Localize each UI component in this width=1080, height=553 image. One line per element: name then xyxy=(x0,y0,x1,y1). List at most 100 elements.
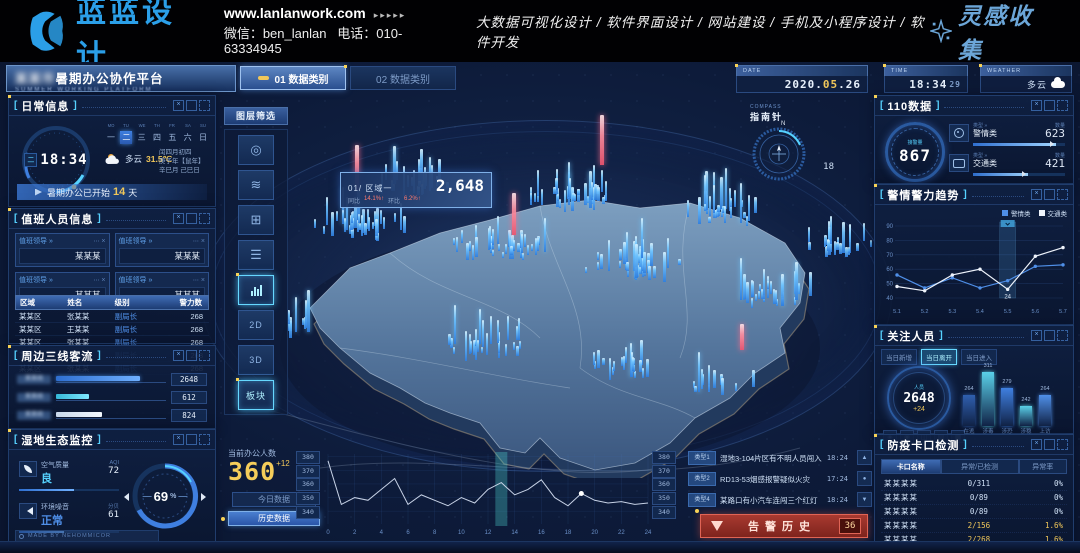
window-icon[interactable] xyxy=(186,100,197,111)
col-abnormal-checked[interactable]: 异常/已检测 xyxy=(941,459,1019,474)
expand-icon[interactable] xyxy=(1057,330,1068,341)
close-icon[interactable]: × xyxy=(173,350,184,361)
window-icon[interactable] xyxy=(1044,330,1055,341)
city-map[interactable] xyxy=(240,148,860,478)
more-dots-icon: ⋯ xyxy=(193,238,199,245)
scroll-up-button[interactable]: ▲ xyxy=(857,450,872,465)
3d-button[interactable]: 3D xyxy=(238,345,274,375)
close-icon[interactable]: × xyxy=(101,277,105,284)
window-icon[interactable] xyxy=(186,434,197,445)
alert-time: 18:24 xyxy=(827,454,848,462)
flow-line-label: 某某线 xyxy=(17,375,51,384)
count-value: 623 xyxy=(1045,127,1065,140)
scroll-dot[interactable]: ● xyxy=(857,471,872,486)
svg-text:5.1: 5.1 xyxy=(893,309,901,315)
cloud-icon xyxy=(1051,81,1065,88)
flow-bar xyxy=(56,394,89,399)
close-icon[interactable]: × xyxy=(201,277,205,284)
weather-plate: WEATHER 多云 xyxy=(980,65,1072,91)
checkpoint-row: 某某某某2/1561.6% xyxy=(881,519,1067,533)
lunar-calendar: 闰四月初四庚子年【鼠年】辛巳月 己巳日 xyxy=(159,148,217,175)
col-header[interactable]: 警力数 xyxy=(162,297,208,308)
chevron-right-icon: » xyxy=(149,238,153,245)
alert-row[interactable]: 类型1湿地3-104片区有不明人员闯入18:24 xyxy=(688,450,848,466)
camera-layer-button[interactable]: ◎ xyxy=(238,135,274,165)
close-icon[interactable]: × xyxy=(201,238,205,245)
col-abnormal-rate[interactable]: 异常率 xyxy=(1019,459,1067,474)
checkpoint-name: 某某某某 xyxy=(881,492,941,503)
focus-tab[interactable]: 当日新增 xyxy=(881,349,917,365)
close-icon[interactable]: × xyxy=(173,434,184,445)
cell: 王某某 xyxy=(67,324,115,335)
expand-icon[interactable] xyxy=(1057,100,1068,111)
date-year: 2020. xyxy=(785,78,823,91)
tab-chip-icon xyxy=(258,76,269,80)
compass-widget[interactable]: COMPASS 指南针 N 18 xyxy=(750,104,820,186)
duty-leader-card[interactable]: 值班领导»⋯×某某某 xyxy=(15,233,110,267)
expand-icon[interactable] xyxy=(199,434,210,445)
y-axis-tick: 370 xyxy=(296,465,320,478)
window-icon[interactable] xyxy=(1044,189,1055,200)
flow-line-label: 某某线 xyxy=(17,393,51,402)
window-icon[interactable] xyxy=(1044,439,1055,450)
focus-tab[interactable]: 当日离开 xyxy=(921,349,957,365)
time-plate: TIME 18:3429 xyxy=(884,65,968,91)
close-icon[interactable]: × xyxy=(1031,439,1042,450)
checkpoint-row: 某某某某0/3110% xyxy=(881,477,1067,491)
window-icon[interactable] xyxy=(1044,100,1055,111)
close-icon[interactable]: × xyxy=(1031,330,1042,341)
col-header[interactable]: 区域 xyxy=(16,297,67,308)
site-url[interactable]: www.lanlanwork.com xyxy=(224,5,366,21)
alert-history-banner[interactable]: 告警历史 36 xyxy=(700,514,868,538)
alert-row[interactable]: 类型2RD13-53烟感报警疑似火灾17:24 xyxy=(688,471,848,487)
flow-value: 612 xyxy=(171,391,207,404)
inspiration-collect[interactable]: 灵感收集 xyxy=(930,0,1050,65)
svg-text:22: 22 xyxy=(618,530,625,536)
y-axis-tick: 350 xyxy=(652,492,676,505)
gauge-delta: +24 xyxy=(913,406,925,413)
close-icon[interactable]: × xyxy=(101,238,105,245)
alert-row[interactable]: 类型4某路口有小汽车连闯三个红灯18:24 xyxy=(688,492,848,508)
panel-110-data: [110数据]× 接警量 867 类型 »警情类数量623类型 »交通类数量42… xyxy=(874,95,1074,184)
close-icon[interactable]: × xyxy=(173,213,184,224)
chart-layer-button[interactable] xyxy=(238,275,274,305)
duty-leader-card[interactable]: 值班领导»⋯×某某某 xyxy=(115,233,210,267)
alert-count-badge: 36 xyxy=(839,518,861,534)
block-button[interactable]: 板块 xyxy=(238,380,274,410)
cell: 副局长 xyxy=(115,324,163,335)
services-list: 大数据可视化设计 / 软件界面设计 / 网站建设 / 手机及小程序设计 / 软件… xyxy=(476,11,930,51)
grid-layer-button[interactable]: ⊞ xyxy=(238,205,274,235)
cell: 268 xyxy=(163,325,209,334)
date-plate: DATE 2020.05.26 xyxy=(736,65,868,91)
expand-icon[interactable] xyxy=(199,350,210,361)
2d-button[interactable]: 2D xyxy=(238,310,274,340)
expand-icon[interactable] xyxy=(1057,439,1068,450)
close-icon[interactable]: × xyxy=(173,100,184,111)
date-day: .26 xyxy=(838,78,861,91)
col-checkpoint-name[interactable]: 卡口名称 xyxy=(881,459,941,474)
app-root: 蓝蓝设计 www.lanlanwork.com▸▸▸▸▸ 微信：ben_lanl… xyxy=(0,0,1080,553)
close-icon[interactable]: × xyxy=(1031,189,1042,200)
expand-icon[interactable] xyxy=(1057,189,1068,200)
eco-metric: 空气质量良AQI72 xyxy=(19,460,119,491)
panel-title: 周边三线客流 xyxy=(21,348,93,364)
page-subtitle: SUMMER WORKING PLATFORM xyxy=(15,87,227,93)
col-header[interactable]: 级别 xyxy=(115,297,162,308)
date-label: DATE xyxy=(736,65,868,76)
tab-data-category-2[interactable]: 02 数据类别 xyxy=(350,66,456,90)
window-icon[interactable] xyxy=(186,350,197,361)
col-header[interactable]: 姓名 xyxy=(67,297,114,308)
alert-type-badge: 类型4 xyxy=(688,493,716,507)
close-icon[interactable]: × xyxy=(1031,100,1042,111)
alert-text: RD13-53烟感报警疑似火灾 xyxy=(720,474,823,485)
expand-icon[interactable] xyxy=(199,100,210,111)
flow-value: 2648 xyxy=(171,373,207,386)
list-layer-button[interactable]: ☰ xyxy=(238,240,274,270)
scroll-down-button[interactable]: ▼ xyxy=(857,492,872,507)
tab-data-category-1[interactable]: 01 数据类别 xyxy=(240,66,346,90)
window-icon[interactable] xyxy=(186,213,197,224)
panel-eco-monitor: [湿地生态监控]× 空气质量良AQI72环境噪音正常分贝61 —69%— MAD… xyxy=(8,429,216,548)
checkpoint-rate: 0% xyxy=(1016,479,1067,488)
expand-icon[interactable] xyxy=(199,213,210,224)
radar-layer-button[interactable]: ≋ xyxy=(238,170,274,200)
